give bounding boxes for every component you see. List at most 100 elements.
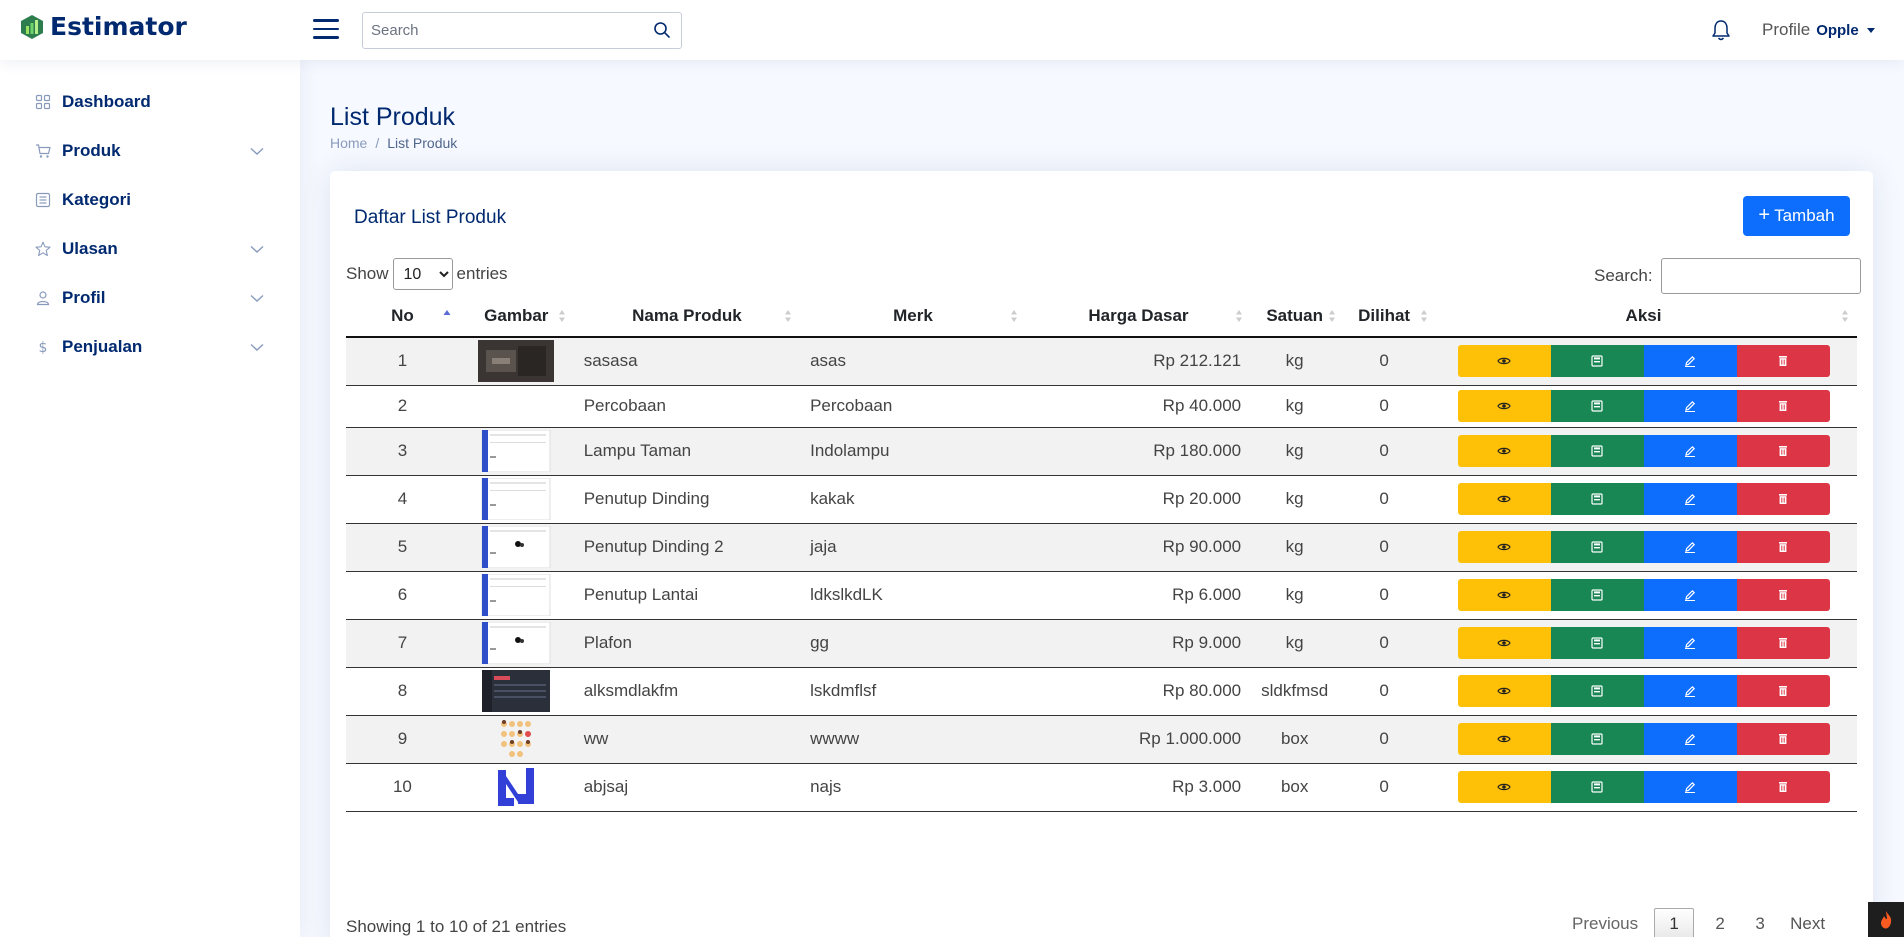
delete-button[interactable] bbox=[1736, 483, 1830, 515]
column-header-satuan[interactable]: Satuan bbox=[1251, 296, 1339, 338]
eye-icon bbox=[1497, 783, 1511, 791]
search-icon[interactable] bbox=[653, 21, 671, 39]
save-icon bbox=[1591, 445, 1603, 457]
menu-toggle-icon[interactable] bbox=[313, 16, 339, 42]
table-header-row: No Gambar Nama Produk Merk Harga Dasar S… bbox=[346, 296, 1857, 338]
save-button[interactable] bbox=[1550, 579, 1644, 611]
product-thumbnail bbox=[478, 526, 554, 568]
delete-button[interactable] bbox=[1736, 531, 1830, 563]
add-product-button[interactable]: + Tambah bbox=[1743, 196, 1850, 236]
view-button[interactable] bbox=[1457, 723, 1551, 755]
pagination-page-1[interactable]: 1 bbox=[1654, 908, 1695, 937]
edit-button[interactable] bbox=[1643, 390, 1737, 422]
sidebar-item-label: Dashboard bbox=[62, 92, 151, 111]
sidebar-item-ulasan[interactable]: Ulasan bbox=[20, 229, 270, 269]
view-button[interactable] bbox=[1457, 771, 1551, 803]
pagination-page-3[interactable]: 3 bbox=[1740, 908, 1780, 937]
search-input[interactable] bbox=[363, 13, 633, 48]
product-card: Daftar List Produk + Tambah Show 10 entr… bbox=[330, 171, 1873, 937]
view-button[interactable] bbox=[1457, 390, 1551, 422]
column-header-gambar[interactable]: Gambar bbox=[458, 296, 574, 338]
column-header-nama-produk[interactable]: Nama Produk bbox=[573, 296, 801, 338]
delete-button[interactable] bbox=[1736, 723, 1830, 755]
edit-button[interactable] bbox=[1643, 771, 1737, 803]
save-button[interactable] bbox=[1550, 531, 1644, 563]
delete-button[interactable] bbox=[1736, 435, 1830, 467]
cell-satuan: kg bbox=[1251, 385, 1339, 428]
save-button[interactable] bbox=[1550, 675, 1644, 707]
edit-button[interactable] bbox=[1643, 675, 1737, 707]
column-header-dilihat[interactable]: Dilihat bbox=[1338, 296, 1431, 338]
edit-button[interactable] bbox=[1643, 627, 1737, 659]
cell-harga-dasar: Rp 20.000 bbox=[1025, 475, 1252, 524]
sidebar-item-penjualan[interactable]: $ Penjualan bbox=[20, 327, 270, 367]
cell-merk: kakak bbox=[800, 475, 1026, 524]
edit-button[interactable] bbox=[1643, 345, 1737, 378]
save-button[interactable] bbox=[1550, 435, 1644, 467]
edit-button[interactable] bbox=[1643, 435, 1737, 467]
app-logo[interactable]: Estimator bbox=[18, 12, 187, 41]
table-row: 5 Penutup Dinding 2 jaja Rp 90.000 kg 0 bbox=[346, 523, 1857, 572]
column-header-label: Harga Dasar bbox=[1088, 306, 1189, 325]
save-icon bbox=[1591, 781, 1603, 793]
column-header-no[interactable]: No bbox=[346, 296, 459, 338]
save-button[interactable] bbox=[1550, 627, 1644, 659]
column-header-harga-dasar[interactable]: Harga Dasar bbox=[1025, 296, 1252, 338]
table-row: 7 Plafon gg Rp 9.000 kg 0 bbox=[346, 619, 1857, 668]
breadcrumb-home-link[interactable]: Home bbox=[330, 135, 367, 151]
sidebar-item-label: Profil bbox=[62, 288, 106, 307]
delete-button[interactable] bbox=[1736, 579, 1830, 611]
sidebar-item-label: Kategori bbox=[62, 190, 131, 209]
eye-icon bbox=[1497, 543, 1511, 551]
column-header-merk[interactable]: Merk bbox=[800, 296, 1026, 338]
sidebar: Dashboard Produk Kategori Ulasan Profil … bbox=[0, 60, 300, 937]
column-header-label: Dilihat bbox=[1358, 306, 1411, 325]
save-button[interactable] bbox=[1550, 345, 1644, 378]
view-button[interactable] bbox=[1457, 579, 1551, 611]
trash-icon bbox=[1779, 782, 1787, 792]
edit-button[interactable] bbox=[1643, 483, 1737, 515]
cell-image bbox=[458, 619, 574, 668]
edit-button[interactable] bbox=[1643, 531, 1737, 563]
sidebar-item-kategori[interactable]: Kategori bbox=[20, 180, 270, 220]
cell-no: 3 bbox=[346, 427, 459, 476]
delete-button[interactable] bbox=[1736, 627, 1830, 659]
delete-button[interactable] bbox=[1736, 390, 1830, 422]
view-button[interactable] bbox=[1457, 435, 1551, 467]
save-button[interactable] bbox=[1550, 390, 1644, 422]
action-group bbox=[1440, 771, 1847, 803]
save-button[interactable] bbox=[1550, 771, 1644, 803]
delete-button[interactable] bbox=[1736, 345, 1830, 378]
view-button[interactable] bbox=[1457, 483, 1551, 515]
cell-satuan: kg bbox=[1251, 427, 1339, 476]
delete-button[interactable] bbox=[1736, 675, 1830, 707]
view-button[interactable] bbox=[1457, 627, 1551, 659]
cell-image bbox=[458, 337, 574, 386]
sidebar-item-produk[interactable]: Produk bbox=[20, 131, 270, 171]
cell-actions bbox=[1430, 385, 1857, 428]
save-button[interactable] bbox=[1550, 483, 1644, 515]
add-button-label: Tambah bbox=[1774, 206, 1835, 225]
column-header-aksi[interactable]: Aksi bbox=[1430, 296, 1857, 338]
delete-button[interactable] bbox=[1736, 771, 1830, 803]
bell-icon[interactable] bbox=[1710, 18, 1732, 42]
view-button[interactable] bbox=[1457, 675, 1551, 707]
pagination-next[interactable]: Next bbox=[1780, 908, 1835, 937]
table-search-input[interactable] bbox=[1660, 258, 1861, 294]
profile-menu[interactable]: Profile Opple bbox=[1762, 20, 1875, 40]
sidebar-item-dashboard[interactable]: Dashboard bbox=[20, 82, 270, 122]
person-icon bbox=[34, 289, 52, 307]
sidebar-item-profil[interactable]: Profil bbox=[20, 278, 270, 318]
pagination-previous[interactable]: Previous bbox=[1562, 908, 1648, 937]
view-button[interactable] bbox=[1457, 345, 1551, 378]
entries-select[interactable]: 10 bbox=[392, 258, 453, 290]
edit-button[interactable] bbox=[1643, 723, 1737, 755]
pagination-page-2[interactable]: 2 bbox=[1700, 908, 1740, 937]
cell-harga-dasar: Rp 40.000 bbox=[1025, 385, 1252, 428]
action-group bbox=[1440, 345, 1847, 378]
flame-icon[interactable] bbox=[1868, 902, 1904, 937]
cell-actions bbox=[1430, 571, 1857, 620]
save-button[interactable] bbox=[1550, 723, 1644, 755]
edit-button[interactable] bbox=[1643, 579, 1737, 611]
view-button[interactable] bbox=[1457, 531, 1551, 563]
